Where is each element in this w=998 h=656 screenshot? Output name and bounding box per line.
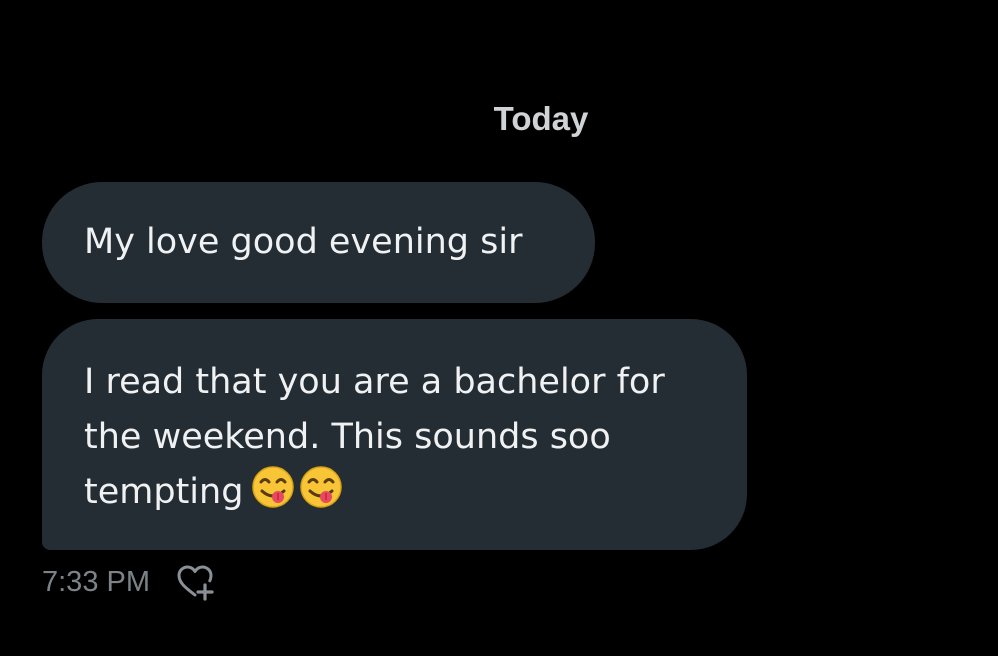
message-text: I read that you are a bachelor for the w…: [84, 362, 665, 512]
heart-plus-icon[interactable]: [174, 561, 216, 603]
date-divider: Today: [493, 100, 589, 137]
message-meta: 7:33 PM: [42, 560, 216, 604]
emoji-group: [251, 465, 347, 526]
message-text: My love good evening sir: [84, 222, 523, 262]
face-savoring-food-emoji: [252, 466, 295, 508]
face-savoring-food-emoji: [300, 466, 343, 508]
message-bubble[interactable]: I read that you are a bachelor for the w…: [42, 319, 747, 550]
message-bubble[interactable]: My love good evening sir: [42, 182, 595, 303]
message-timestamp: 7:33 PM: [42, 565, 150, 598]
